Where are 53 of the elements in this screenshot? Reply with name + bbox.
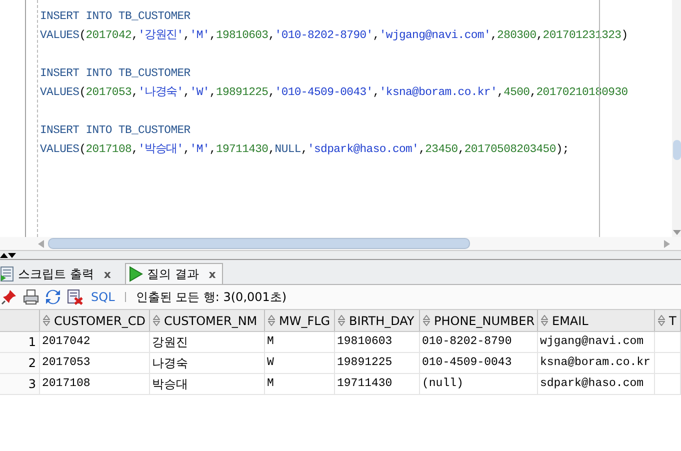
- table-cell: 010-8202-8790: [420, 332, 538, 352]
- table-cell: 나경숙: [150, 353, 265, 373]
- code-line: INSERT INTO TB_CUSTOMER: [40, 10, 190, 25]
- row-number: 2: [0, 353, 40, 373]
- sql-link[interactable]: SQL: [91, 290, 115, 304]
- refresh-icon[interactable]: [45, 289, 61, 305]
- close-button[interactable]: x: [208, 268, 216, 280]
- table-cell: sdpark@haso.com: [538, 374, 655, 394]
- column-header[interactable]: CUSTOMER_CD: [40, 310, 150, 331]
- table-cell: 19711430: [335, 374, 420, 394]
- table-cell: 2017042: [40, 332, 150, 352]
- table-cell: 강원진: [150, 332, 265, 352]
- table-cell: W: [265, 353, 335, 373]
- column-header[interactable]: T: [655, 310, 681, 331]
- table-cell: wjgang@navi.com: [538, 332, 655, 352]
- table-cell: M: [265, 332, 335, 352]
- vertical-scrollbar[interactable]: [672, 0, 681, 237]
- code-line: INSERT INTO TB_CUSTOMER: [40, 124, 190, 139]
- fetch-status: 인출된 모든 행: 3(0,001초): [136, 288, 287, 306]
- play-icon: [128, 266, 143, 282]
- print-icon[interactable]: [23, 289, 39, 305]
- sort-icon: [338, 315, 345, 326]
- table-cell: 19891225: [335, 353, 420, 373]
- column-header[interactable]: EMAIL: [538, 310, 655, 331]
- sort-icon: [541, 315, 548, 326]
- table-cell: 2017108: [40, 374, 150, 394]
- column-header[interactable]: PHONE_NUMBER: [420, 310, 538, 331]
- row-number: 1: [0, 332, 40, 352]
- pin-icon[interactable]: [1, 289, 17, 305]
- table-cell: (null): [420, 374, 538, 394]
- column-header[interactable]: MW_FLG: [265, 310, 335, 331]
- code-line: INSERT INTO TB_CUSTOMER: [40, 67, 190, 82]
- sort-icon: [43, 315, 50, 326]
- column-header[interactable]: BIRTH_DAY: [335, 310, 420, 331]
- table-cell: 2017053: [40, 353, 150, 373]
- close-button[interactable]: x: [104, 268, 111, 280]
- sort-icon: [658, 315, 665, 326]
- result-tab[interactable]: 질의 결과 x: [124, 263, 223, 284]
- sort-icon: [268, 315, 275, 326]
- table-cell: 박승대: [150, 374, 265, 394]
- table-cell: 010-4509-0043: [420, 353, 538, 373]
- code-line: VALUES(2017042,'강원진','M',19810603,'010-8202-8790','wjgang@navi.com',280300,201701231323): [40, 28, 628, 44]
- column-header[interactable]: CUSTOMER_NM: [150, 310, 265, 331]
- row-number: 3: [0, 374, 40, 394]
- code-line: VALUES(2017053,'나경숙','W',19891225,'010-4509-0043','ksna@boram.co.kr',4500,20170210180930: [40, 85, 628, 101]
- code-line: VALUES(2017108,'박승대','M',19711430,NULL,'sdpark@haso.com',23450,20170508203450);: [40, 142, 569, 158]
- sort-icon: [153, 315, 160, 326]
- result-tab[interactable]: 스크립트 출력 x: [0, 264, 117, 284]
- delete-document-icon[interactable]: [67, 289, 83, 305]
- table-cell: ksna@boram.co.kr: [538, 353, 655, 373]
- table-cell: 19810603: [335, 332, 420, 352]
- table-cell: M: [265, 374, 335, 394]
- sort-icon: [423, 315, 430, 326]
